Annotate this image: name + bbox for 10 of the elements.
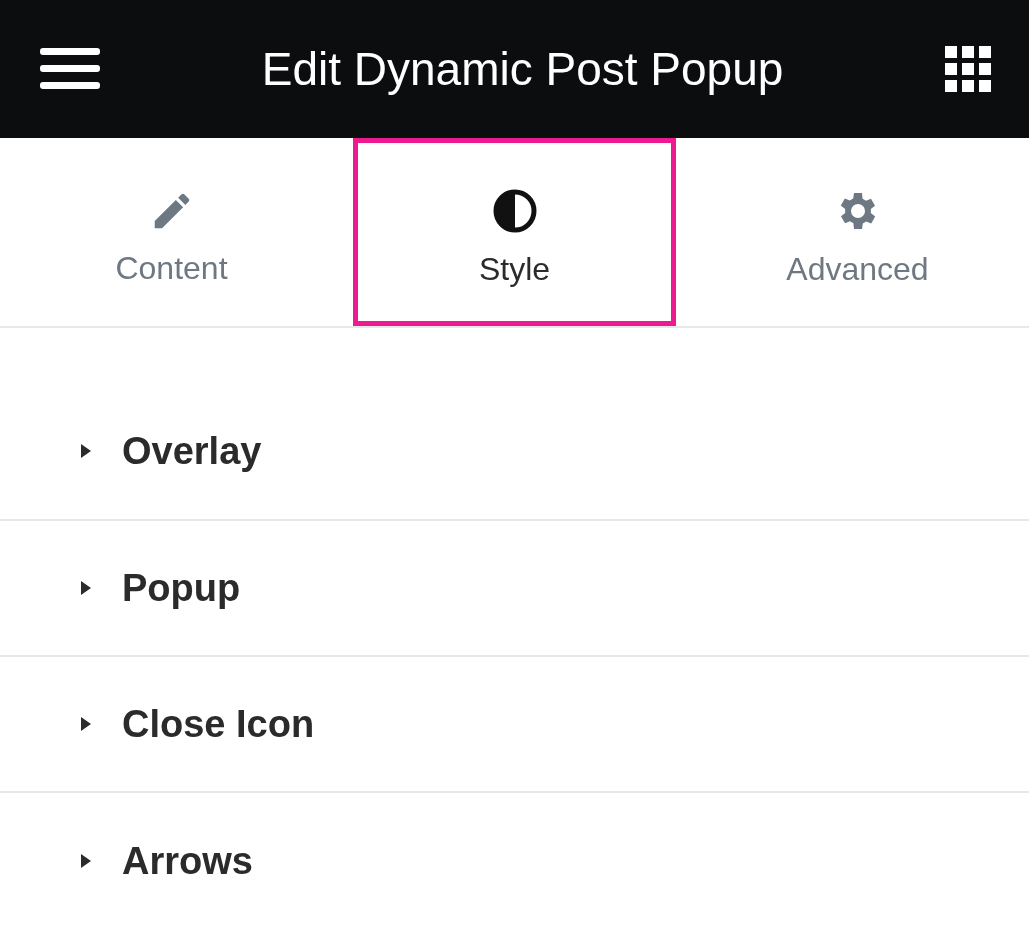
tab[interactable]: Content: [10, 138, 333, 326]
section-header[interactable]: Popup: [0, 521, 1029, 657]
grid-icon[interactable]: [945, 46, 991, 92]
tab[interactable]: Advanced: [696, 138, 1019, 326]
section-header[interactable]: Close Icon: [0, 657, 1029, 793]
tab[interactable]: Style: [353, 138, 676, 326]
section-header[interactable]: Overlay: [0, 383, 1029, 521]
section-header[interactable]: Arrows: [0, 793, 1029, 929]
panel-title: Edit Dynamic Post Popup: [261, 42, 784, 96]
menu-icon[interactable]: [40, 48, 100, 90]
